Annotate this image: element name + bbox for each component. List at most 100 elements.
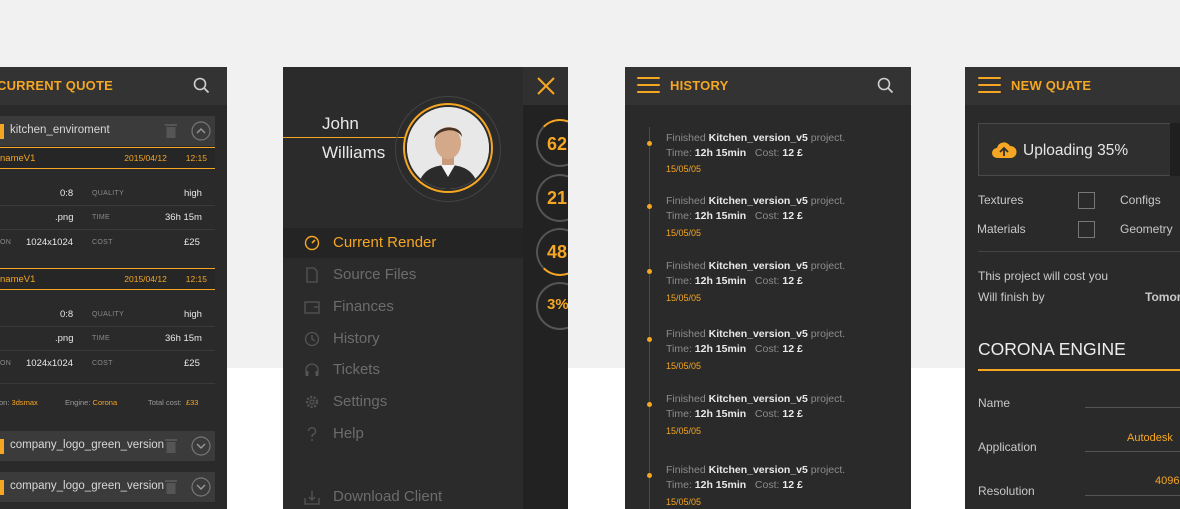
menu-item-settings[interactable]: Settings — [283, 387, 523, 417]
avatar[interactable] — [407, 107, 489, 189]
field-label: Name — [978, 396, 1011, 410]
format-value: .png — [55, 333, 74, 344]
close-icon[interactable] — [536, 76, 556, 96]
engine-underline — [978, 369, 1180, 371]
history-title: HISTORY — [670, 78, 729, 93]
engine-title: CORONA ENGINE — [978, 339, 1126, 359]
timeline-dot — [647, 473, 652, 478]
chevron-down-icon[interactable] — [191, 477, 211, 497]
divider — [0, 326, 215, 327]
history-entry-details: Time: 12h 15min Cost: 12 £ — [666, 147, 803, 159]
menu-item-tickets[interactable]: Tickets — [283, 355, 523, 385]
history-entry-title: Finished Kitchen_version_v5 project. — [666, 328, 846, 340]
menu-label: Help — [333, 425, 364, 442]
timeline-dot — [647, 269, 652, 274]
menu-item-finances[interactable]: Finances — [283, 292, 523, 322]
history-entry-date: 15/05/05 — [666, 426, 702, 436]
menu-item-help[interactable]: Help — [283, 419, 523, 449]
new-quote-title: NEW QUATE — [1011, 78, 1092, 93]
chevron-down-icon[interactable] — [191, 436, 211, 456]
question-icon — [307, 427, 317, 441]
divider — [978, 251, 1180, 252]
history-entry-title: Finished Kitchen_version_v5 project. — [666, 464, 846, 476]
quality-value: high — [184, 309, 202, 320]
history-header: HISTORY — [625, 67, 911, 105]
new-quote-panel: NEW QUATE Uploading 35% Textures Configs… — [965, 67, 1180, 509]
timeline-dot — [647, 204, 652, 209]
history-entry-date: 15/05/05 — [666, 361, 702, 371]
menu-item-source-files[interactable]: Source Files — [283, 260, 523, 290]
frames-value: 0:8 — [60, 188, 74, 199]
divider — [0, 205, 215, 206]
accent-bar — [0, 439, 4, 454]
finish-text: Will finish by — [978, 290, 1045, 304]
time-value: 36h 15m — [165, 212, 202, 223]
trash-icon[interactable] — [165, 123, 177, 138]
option-label: Materials — [977, 222, 1026, 236]
render-subheader: nameV1 2015/04/12 12:15 — [0, 268, 215, 290]
user-last-name: Williams — [322, 143, 386, 162]
resolution-key: ON — [0, 360, 12, 367]
trash-icon[interactable] — [165, 438, 177, 453]
field-label: Resolution — [978, 484, 1035, 498]
option-label: Configs — [1120, 193, 1161, 207]
divider — [0, 383, 215, 384]
cost-key: COST — [92, 239, 113, 246]
stat-value: 3% — [547, 296, 568, 313]
quote-item-row[interactable]: company_logo_green_version — [0, 431, 215, 461]
user-first-name: John — [322, 114, 359, 133]
materials-checkbox[interactable] — [1078, 221, 1095, 238]
search-icon[interactable] — [877, 77, 894, 94]
render-name: nameV1 — [0, 153, 36, 164]
quality-key: QUALITY — [92, 311, 125, 318]
quality-value: high — [184, 188, 202, 199]
menu-item-history[interactable]: History — [283, 324, 523, 354]
divider — [0, 229, 215, 230]
menu-item-download-client[interactable]: Download Client — [283, 482, 523, 509]
textures-checkbox[interactable] — [1078, 192, 1095, 209]
resolution-field-value[interactable]: 4096 — [1155, 475, 1179, 487]
quote-item-row[interactable]: kitchen_enviroment — [0, 116, 215, 146]
quote-item-label: kitchen_enviroment — [10, 124, 110, 136]
search-icon[interactable] — [193, 77, 210, 94]
render-date: 2015/04/12 12:15 — [124, 274, 207, 284]
render-date: 2015/04/12 12:15 — [124, 153, 207, 163]
timeline-dot — [647, 337, 652, 342]
menu-item-current-render[interactable]: Current Render — [283, 228, 523, 258]
menu-label: Tickets — [333, 361, 380, 378]
frames-value: 0:8 — [60, 309, 74, 320]
application-field-value[interactable]: Autodesk — [1127, 432, 1173, 444]
timeline-dot — [647, 141, 652, 146]
menu-icon[interactable] — [637, 77, 660, 95]
history-entry-details: Time: 12h 15min Cost: 12 £ — [666, 408, 803, 420]
finish-value: Tomor — [1145, 290, 1180, 304]
menu-icon[interactable] — [978, 77, 1001, 95]
chevron-up-icon[interactable] — [191, 121, 211, 141]
upload-progress-fill — [1170, 123, 1180, 176]
render-subheader: nameV1 2015/04/12 12:15 — [0, 147, 215, 169]
history-entry-title: Finished Kitchen_version_v5 project. — [666, 132, 846, 144]
trash-icon[interactable] — [165, 479, 177, 494]
timeline-line — [649, 127, 650, 509]
cost-value: £25 — [184, 237, 200, 248]
current-quote-panel: CURRENT QUOTE kitchen_enviroment nameV1 … — [0, 67, 227, 509]
accent-bar — [0, 124, 4, 139]
option-label: Textures — [978, 193, 1024, 207]
wallet-icon — [304, 301, 320, 314]
name-divider — [283, 137, 405, 138]
quote-item-label: company_logo_green_version — [10, 480, 165, 492]
quote-item-row[interactable]: company_logo_green_version — [0, 472, 215, 502]
history-entry-date: 15/05/05 — [666, 164, 702, 174]
stat-value: 62 — [547, 134, 568, 154]
cost-text: This project will cost you — [978, 269, 1109, 283]
stat-value: 48 — [547, 242, 568, 262]
time-key: TIME — [92, 214, 110, 221]
menu-label: Source Files — [333, 266, 417, 283]
cost-value: £25 — [184, 358, 200, 369]
field-label: Application — [978, 440, 1037, 454]
gauge-icon — [304, 235, 320, 251]
history-entry-date: 15/05/05 — [666, 228, 702, 238]
render-name: nameV1 — [0, 274, 36, 285]
gear-icon — [305, 395, 319, 409]
history-entry-details: Time: 12h 15min Cost: 12 £ — [666, 210, 803, 222]
